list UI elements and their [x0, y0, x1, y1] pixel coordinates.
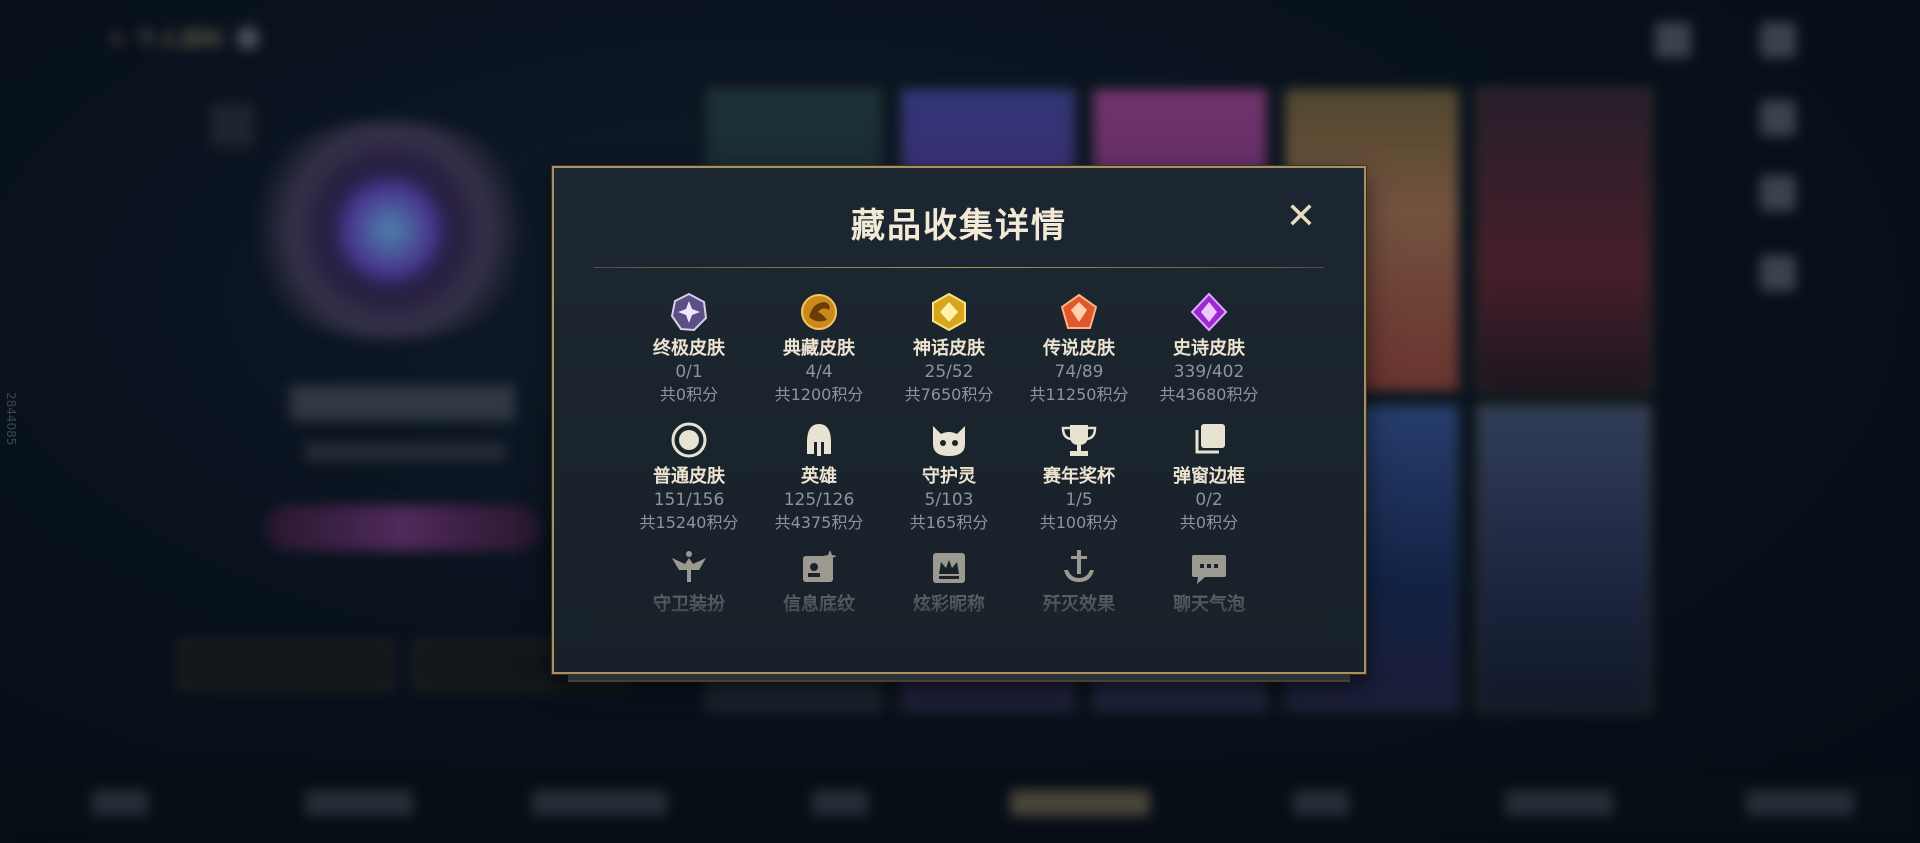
category-season-trophy[interactable]: 赛年奖杯 1/5 共100积分	[1014, 420, 1144, 534]
title-divider	[594, 267, 1324, 268]
category-guardian-spirit[interactable]: 守护灵 5/103 共165积分	[884, 420, 1014, 534]
category-kill-effect[interactable]: 歼灭效果	[1014, 548, 1144, 616]
kill-effect-icon	[1064, 550, 1094, 582]
category-popup-frame[interactable]: 弹窗边框 0/2 共0积分	[1144, 420, 1274, 534]
colorful-nickname-icon	[933, 553, 965, 583]
category-guardian-outfit[interactable]: 守卫装扮	[624, 548, 754, 616]
popup-frame-icon	[1195, 424, 1225, 454]
category-collection-skin[interactable]: 典藏皮肤 4/4 共1200积分	[754, 292, 884, 406]
category-colorful-nickname[interactable]: 炫彩昵称	[884, 548, 1014, 616]
category-chat-bubble[interactable]: 聊天气泡	[1144, 548, 1274, 616]
category-ultimate-skin[interactable]: 终极皮肤 0/1 共0积分	[624, 292, 754, 406]
info-background-icon	[803, 550, 837, 582]
epic-skin-icon	[1190, 292, 1228, 332]
screen: ‹ 个人资料 2844085 藏品收集详情 ✕ 终极皮肤 0/1 共0积分 典藏…	[0, 0, 1920, 843]
normal-skin-icon	[671, 422, 707, 458]
ultimate-skin-icon	[670, 292, 708, 332]
category-legendary-skin[interactable]: 传说皮肤 74/89 共11250积分	[1014, 292, 1144, 406]
trophy-icon	[1061, 425, 1097, 456]
category-info-background[interactable]: 信息底纹	[754, 548, 884, 616]
category-hero[interactable]: 英雄 125/126 共4375积分	[754, 420, 884, 534]
guardian-spirit-icon	[933, 426, 965, 456]
category-mythic-skin[interactable]: 神话皮肤 25/52 共7650积分	[884, 292, 1014, 406]
legendary-skin-icon	[1060, 293, 1098, 329]
close-icon[interactable]: ✕	[1284, 199, 1318, 235]
mythic-skin-icon	[932, 292, 966, 332]
collection-details-dialog: 藏品收集详情 ✕ 终极皮肤 0/1 共0积分 典藏皮肤 4/4 共1200积分 …	[552, 166, 1366, 682]
chat-bubble-icon	[1192, 555, 1226, 584]
dialog-title: 藏品收集详情	[851, 206, 1067, 246]
helmet-hero-icon	[807, 424, 831, 456]
category-normal-skin[interactable]: 普通皮肤 151/156 共15240积分	[624, 420, 754, 534]
category-epic-skin[interactable]: 史诗皮肤 339/402 共43680积分	[1144, 292, 1274, 406]
side-id-text: 2844085	[4, 392, 18, 446]
guardian-outfit-icon	[672, 551, 706, 582]
collection-skin-icon	[801, 294, 837, 330]
